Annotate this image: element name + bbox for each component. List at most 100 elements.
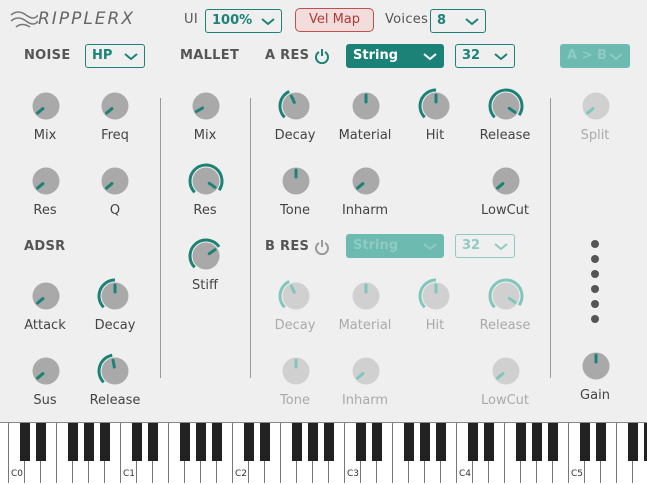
noise-res-knob[interactable] — [28, 163, 64, 204]
black-key[interactable] — [260, 423, 270, 461]
black-key[interactable] — [484, 423, 494, 461]
black-key[interactable] — [356, 423, 366, 461]
knob-graphic — [492, 357, 520, 385]
black-key[interactable] — [468, 423, 478, 461]
black-key[interactable] — [324, 423, 334, 461]
adsr-sus-label: Sus — [33, 393, 57, 408]
knob-graphic — [352, 167, 380, 195]
b-res-material-knob[interactable] — [348, 278, 384, 319]
b-res-model-value: String — [353, 238, 399, 253]
b-res-section-title: B RES — [265, 239, 310, 254]
black-key[interactable] — [68, 423, 78, 461]
b-res-tone-knob[interactable] — [278, 353, 314, 394]
black-key[interactable] — [420, 423, 430, 461]
coupling-mode-value: A > B — [567, 48, 607, 63]
black-key[interactable] — [84, 423, 94, 461]
coupling-mode-select[interactable]: A > B — [560, 44, 630, 68]
black-key[interactable] — [516, 423, 526, 461]
vel-map-button[interactable]: Vel Map — [295, 8, 374, 32]
black-key[interactable] — [212, 423, 222, 461]
black-key[interactable] — [308, 423, 318, 461]
adsr-release-knob[interactable] — [97, 353, 133, 394]
noise-filter-select[interactable]: HP — [85, 44, 145, 68]
b-res-power-icon[interactable] — [314, 239, 330, 255]
knob-graphic — [32, 357, 60, 385]
a-res-lowcut-label: LowCut — [480, 203, 529, 218]
keys-container: C0 C1 C2 C3 C4 C5 — [0, 423, 647, 484]
knob-graphic — [352, 92, 380, 120]
b-res-partials-select[interactable]: 32 — [455, 234, 515, 258]
a-res-power-icon[interactable] — [314, 48, 330, 64]
black-key[interactable] — [196, 423, 206, 461]
split-label: Split — [580, 128, 610, 143]
black-key[interactable] — [292, 423, 302, 461]
a-res-lowcut-knob[interactable] — [488, 163, 524, 204]
mallet-stiff-label: Stiff — [192, 278, 218, 293]
black-key[interactable] — [580, 423, 590, 461]
knob-graphic — [188, 238, 221, 270]
knob-graphic — [101, 167, 129, 195]
black-key[interactable] — [404, 423, 414, 461]
a-res-tone-label: Tone — [280, 203, 310, 218]
split-knob[interactable] — [578, 88, 614, 129]
adsr-sus-knob[interactable] — [28, 353, 64, 394]
chevron-down-icon — [494, 53, 508, 61]
knob-graphic — [418, 88, 450, 120]
black-key[interactable] — [436, 423, 446, 461]
black-key[interactable] — [548, 423, 558, 461]
coupling-dots — [591, 240, 599, 323]
a-res-decay-knob[interactable] — [278, 88, 314, 129]
b-res-release-knob[interactable] — [488, 278, 524, 319]
b-res-partials-value: 32 — [462, 238, 481, 253]
mallet-mix-knob[interactable] — [188, 88, 224, 129]
b-res-inharm-knob[interactable] — [348, 353, 384, 394]
a-res-partials-select[interactable]: 32 — [455, 44, 515, 68]
b-res-hit-knob[interactable] — [418, 278, 454, 319]
b-res-decay-knob[interactable] — [278, 278, 314, 319]
adsr-attack-label: Attack — [24, 318, 66, 333]
black-key[interactable] — [180, 423, 190, 461]
dot — [591, 270, 599, 278]
noise-freq-knob[interactable] — [97, 88, 133, 129]
mallet-res-knob[interactable] — [188, 163, 224, 204]
black-key[interactable] — [596, 423, 606, 461]
b-res-lowcut-knob[interactable] — [488, 353, 524, 394]
noise-q-label: Q — [109, 203, 121, 218]
noise-mix-knob[interactable] — [28, 88, 64, 129]
a-res-release-label: Release — [479, 128, 531, 143]
black-key[interactable] — [36, 423, 46, 461]
white-key[interactable] — [0, 423, 9, 483]
knob-graphic — [97, 353, 129, 385]
piano-keyboard[interactable]: C0 C1 C2 C3 C4 C5 — [0, 422, 647, 484]
black-key[interactable] — [148, 423, 158, 461]
voices-select[interactable]: 8 — [430, 9, 486, 33]
knob-graphic — [32, 92, 60, 120]
black-key[interactable] — [20, 423, 30, 461]
adsr-release-label: Release — [89, 393, 141, 408]
a-res-model-select[interactable]: String — [346, 44, 444, 68]
chevron-down-icon — [465, 18, 479, 26]
b-res-tone-label: Tone — [280, 393, 310, 408]
dot — [591, 240, 599, 248]
a-res-inharm-knob[interactable] — [348, 163, 384, 204]
noise-q-knob[interactable] — [97, 163, 133, 204]
adsr-decay-knob[interactable] — [97, 278, 133, 319]
black-key[interactable] — [628, 423, 638, 461]
ui-scale-select[interactable]: 100% — [205, 9, 282, 33]
black-key[interactable] — [532, 423, 542, 461]
black-key[interactable] — [372, 423, 382, 461]
mallet-stiff-knob[interactable] — [188, 238, 224, 279]
a-res-release-knob[interactable] — [488, 88, 524, 129]
a-res-material-knob[interactable] — [348, 88, 384, 129]
black-key[interactable] — [100, 423, 110, 461]
a-res-hit-knob[interactable] — [418, 88, 454, 129]
black-key[interactable] — [244, 423, 254, 461]
noise-section-title: NOISE — [24, 48, 71, 63]
adsr-attack-knob[interactable] — [28, 278, 64, 319]
gain-knob[interactable] — [578, 348, 614, 389]
a-res-tone-knob[interactable] — [278, 163, 314, 204]
black-key[interactable] — [132, 423, 142, 461]
b-res-model-select[interactable]: String — [346, 234, 444, 258]
knob-graphic — [32, 282, 60, 310]
logo: RIPPLERX — [8, 7, 133, 31]
